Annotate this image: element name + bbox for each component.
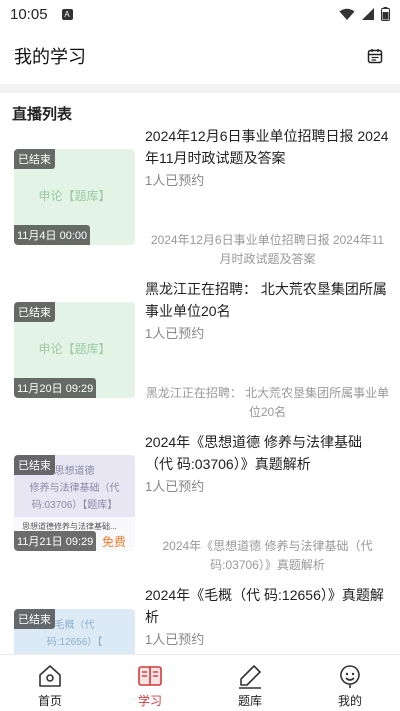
live-title[interactable]: 2024年12月6日事业单位招聘日报 2024年11月时政试题及答案 [145, 125, 390, 169]
live-thumbnail[interactable]: 申论【题库】 已结束 11月4日 00:00 [14, 149, 135, 245]
live-item[interactable]: 申论【题库】 已结束 11月20日 09:29 黑龙江正在招聘： 北大荒农垦集团… [0, 273, 400, 426]
nav-profile[interactable]: 我的 [300, 655, 400, 711]
live-item[interactable]: 毛概（代 码:12656）【 已结束 2024年《毛概（代 码:12656）》真… [0, 579, 400, 654]
reservation-count: 1人已预约 [145, 173, 205, 188]
live-title[interactable]: 黑龙江正在招聘： 北大荒农垦集团所属事业单位20名 [145, 278, 390, 322]
live-description: 黑龙江正在招聘： 北大荒农垦集团所属事业单位20名 [145, 386, 390, 419]
live-description: 2024年12月6日事业单位招聘日报 2024年11月时政试题及答案 [150, 233, 385, 266]
status-time: 10:05 [10, 5, 48, 23]
status-bar: 10:05 A [0, 0, 400, 28]
status-badge: 已结束 [14, 149, 55, 169]
nav-home[interactable]: 首页 [0, 655, 100, 711]
nav-study[interactable]: 学习 [100, 655, 200, 711]
pencil-icon [239, 665, 261, 689]
battery-icon [381, 7, 390, 21]
live-thumbnail[interactable]: 毛概（代 码:12656）【 已结束 [14, 609, 135, 654]
calendar-icon [367, 49, 383, 64]
live-description: 2024年《思想道德 修养与法律基础（代码:03706）》真题解析 [162, 539, 373, 572]
status-badge: 已结束 [14, 609, 55, 629]
live-time-badge: 11月20日 09:29 [14, 378, 97, 398]
study-icon [138, 666, 162, 686]
live-thumbnail[interactable]: 思想道德 修养与法律基础（代 码:03706）【题库】 思想道德修养与法律基础.… [14, 455, 135, 551]
thumbnail-line: 修养与法律基础（代 [29, 483, 120, 494]
nav-question-bank[interactable]: 题库 [200, 655, 300, 711]
thumbnail-text: 申论【题库】 [38, 342, 111, 356]
reservation-count: 1人已预约 [145, 479, 205, 494]
status-icons [339, 7, 390, 21]
live-time-badge: 11月21日 09:29 [14, 531, 97, 551]
live-item[interactable]: 思想道德 修养与法律基础（代 码:03706）【题库】 思想道德修养与法律基础.… [0, 426, 400, 579]
reservation-count: 1人已预约 [145, 326, 205, 341]
reservation-count: 1人已预约 [145, 632, 205, 647]
signal-icon [362, 7, 374, 20]
live-item[interactable]: 申论【题库】 已结束 11月4日 00:00 2024年12月6日事业单位招聘日… [0, 120, 400, 273]
thumbnail-line: 码:03706）【题库】 [31, 500, 118, 511]
calendar-button[interactable] [364, 45, 386, 67]
live-title[interactable]: 2024年《毛概（代 码:12656）》真题解析 [145, 584, 390, 628]
live-list[interactable]: 申论【题库】 已结束 11月4日 00:00 2024年12月6日事业单位招聘日… [0, 120, 400, 654]
live-title[interactable]: 2024年《思想道德 修养与法律基础（代 码:03706）》真题解析 [145, 431, 390, 475]
nav-label: 首页 [37, 694, 62, 708]
thumbnail-text: 申论【题库】 [38, 189, 111, 203]
bottom-nav: 首页 学习 题库 我的 [0, 654, 400, 711]
free-badge: 免费 [101, 535, 126, 549]
thumbnail-line: 码:12656）【 [46, 637, 103, 648]
nav-label: 学习 [137, 694, 162, 708]
live-thumbnail[interactable]: 申论【题库】 已结束 11月20日 09:29 [14, 302, 135, 398]
nav-label: 题库 [237, 694, 262, 708]
live-time-badge: 11月4日 00:00 [14, 225, 91, 245]
nav-label: 我的 [337, 694, 362, 708]
app-header: 我的学习 [0, 28, 400, 84]
header-divider [0, 84, 400, 93]
status-badge: 已结束 [14, 302, 55, 322]
wifi-icon [339, 8, 355, 20]
profile-icon [340, 665, 360, 688]
notification-icon: A [61, 8, 73, 20]
page-title: 我的学习 [14, 47, 86, 67]
home-icon [39, 665, 61, 687]
status-badge: 已结束 [14, 455, 55, 475]
